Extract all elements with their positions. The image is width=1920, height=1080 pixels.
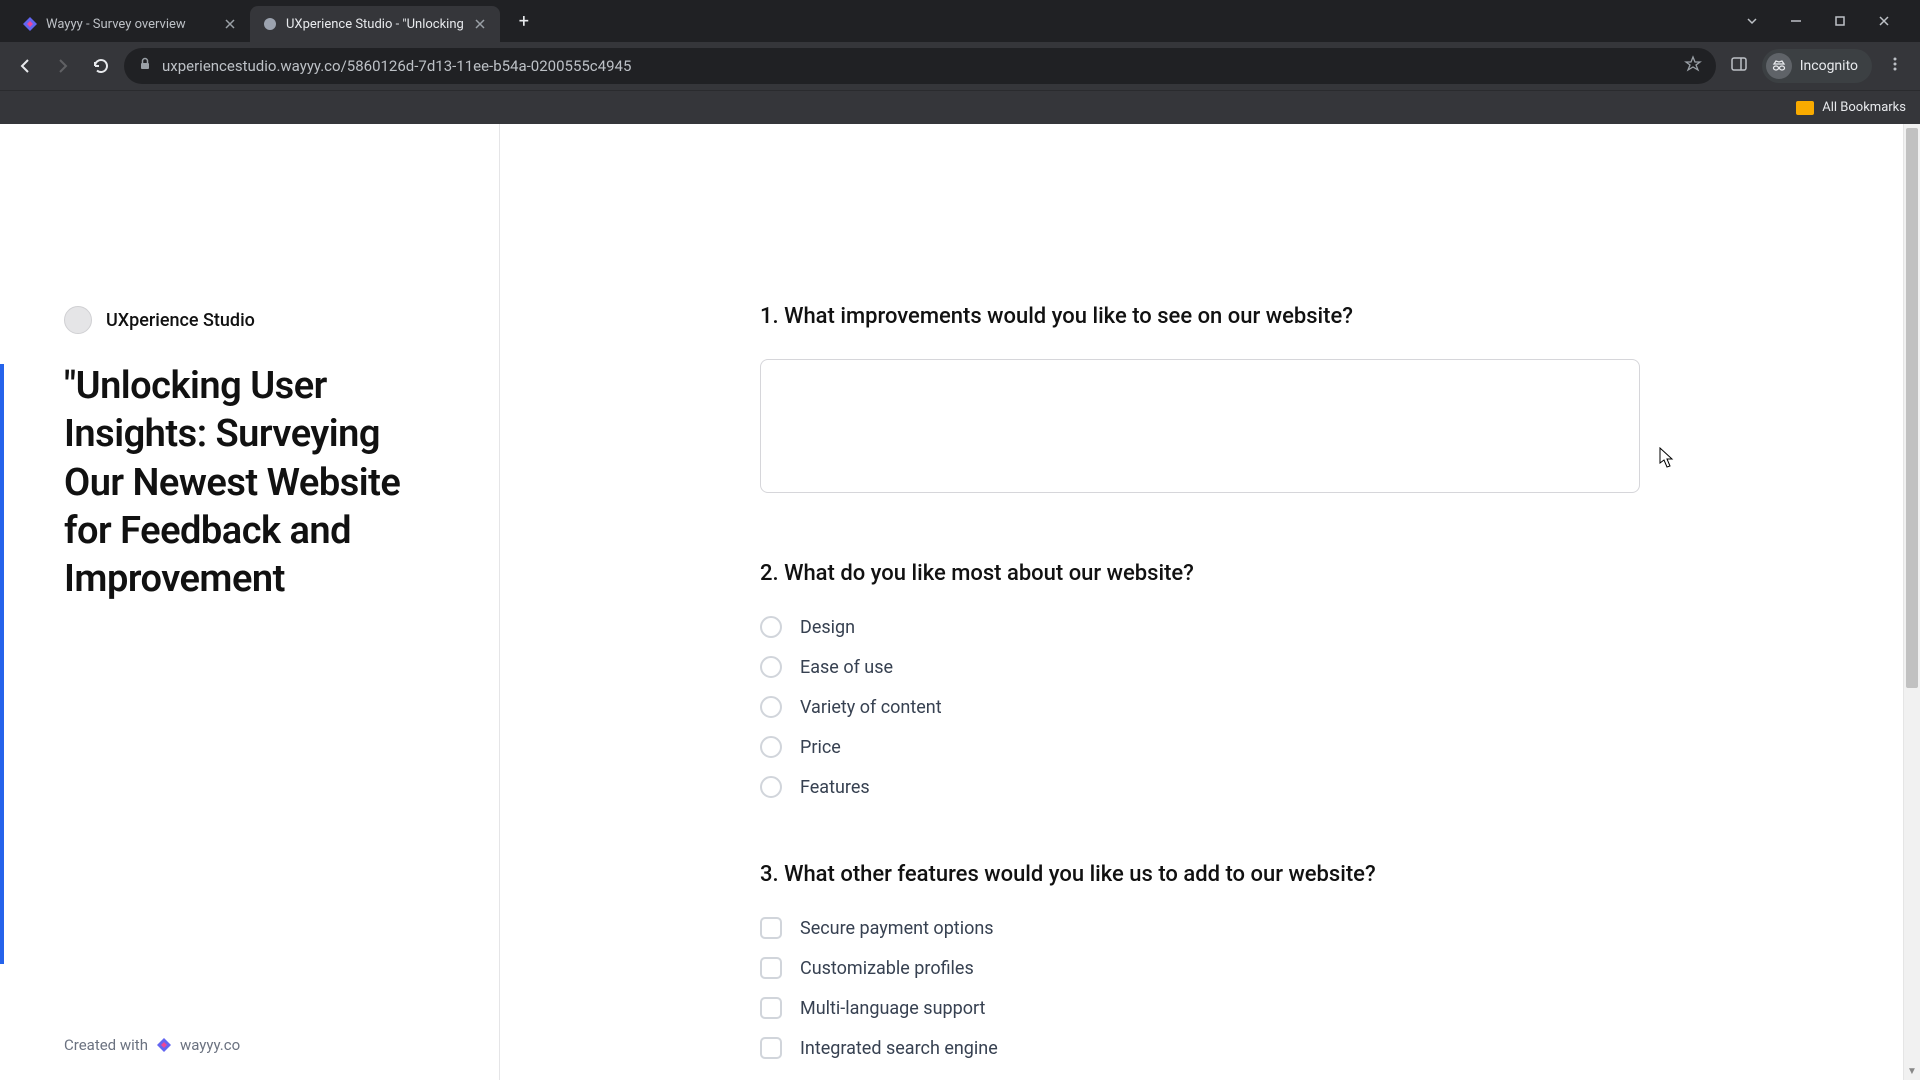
tab-favicon-icon bbox=[22, 16, 38, 32]
org-name: UXperience Studio bbox=[106, 310, 255, 331]
question-2-label: 2. What do you like most about our websi… bbox=[760, 561, 1800, 586]
radio-icon bbox=[760, 736, 782, 758]
tab-favicon-icon bbox=[262, 16, 278, 32]
wayyy-link-label: wayyy.co bbox=[180, 1036, 240, 1054]
option-label: Multi-language support bbox=[800, 998, 985, 1019]
toolbar-right: Incognito bbox=[1724, 49, 1910, 83]
folder-icon bbox=[1796, 101, 1814, 115]
question-3-label: 3. What other features would you like us… bbox=[760, 862, 1800, 887]
option-features[interactable]: Features bbox=[760, 776, 1800, 798]
forward-button[interactable] bbox=[48, 51, 78, 81]
option-ease-of-use[interactable]: Ease of use bbox=[760, 656, 1800, 678]
tab-title: Wayyy - Survey overview bbox=[46, 17, 214, 32]
question-1-label: 1. What improvements would you like to s… bbox=[760, 304, 1800, 329]
radio-icon bbox=[760, 616, 782, 638]
option-label: Features bbox=[800, 777, 870, 798]
tab-close-icon[interactable] bbox=[472, 16, 488, 32]
scrollbar-thumb[interactable] bbox=[1906, 128, 1918, 688]
maximize-icon[interactable] bbox=[1828, 9, 1852, 33]
option-integrated-search[interactable]: Integrated search engine bbox=[760, 1037, 1800, 1059]
checkbox-icon bbox=[760, 997, 782, 1019]
option-label: Design bbox=[800, 617, 855, 638]
sidebar: UXperience Studio "Unlocking User Insigh… bbox=[0, 124, 500, 1080]
option-variety-of-content[interactable]: Variety of content bbox=[760, 696, 1800, 718]
all-bookmarks-label: All Bookmarks bbox=[1822, 100, 1906, 115]
option-price[interactable]: Price bbox=[760, 736, 1800, 758]
org-logo-icon bbox=[64, 306, 92, 334]
tab-bar: Wayyy - Survey overview UXperience Studi… bbox=[0, 0, 1920, 42]
checkbox-icon bbox=[760, 1037, 782, 1059]
side-panel-icon[interactable] bbox=[1730, 55, 1748, 77]
option-label: Secure payment options bbox=[800, 918, 994, 939]
question-3-options: Secure payment options Customizable prof… bbox=[760, 917, 1800, 1059]
window-controls bbox=[1740, 9, 1910, 33]
question-3: 3. What other features would you like us… bbox=[760, 862, 1800, 1059]
question-2-options: Design Ease of use Variety of content Pr… bbox=[760, 616, 1800, 798]
question-1: 1. What improvements would you like to s… bbox=[760, 304, 1800, 497]
sidebar-accent bbox=[0, 364, 4, 964]
incognito-icon bbox=[1766, 53, 1792, 79]
option-design[interactable]: Design bbox=[760, 616, 1800, 638]
toolbar: uxperiencestudio.wayyy.co/5860126d-7d13-… bbox=[0, 42, 1920, 90]
tab-close-icon[interactable] bbox=[222, 16, 238, 32]
tab-uxperience-studio[interactable]: UXperience Studio - "Unlocking bbox=[250, 6, 500, 42]
created-with[interactable]: Created with wayyy.co bbox=[64, 1036, 240, 1054]
option-label: Customizable profiles bbox=[800, 958, 974, 979]
incognito-badge[interactable]: Incognito bbox=[1762, 49, 1872, 83]
checkbox-icon bbox=[760, 957, 782, 979]
radio-icon bbox=[760, 696, 782, 718]
page-content: UXperience Studio "Unlocking User Insigh… bbox=[0, 124, 1920, 1080]
question-1-textarea[interactable] bbox=[760, 359, 1640, 493]
option-label: Integrated search engine bbox=[800, 1038, 998, 1059]
lock-icon bbox=[138, 57, 152, 75]
back-button[interactable] bbox=[10, 51, 40, 81]
bookmarks-bar: All Bookmarks bbox=[0, 90, 1920, 124]
tab-wayyy-overview[interactable]: Wayyy - Survey overview bbox=[10, 6, 250, 42]
survey-title: "Unlocking User Insights: Surveying Our … bbox=[64, 362, 435, 603]
option-label: Price bbox=[800, 737, 841, 758]
menu-icon[interactable] bbox=[1886, 55, 1904, 77]
radio-icon bbox=[760, 656, 782, 678]
scrollbar-vertical[interactable]: ▲ ▼ bbox=[1903, 124, 1920, 1080]
tab-title: UXperience Studio - "Unlocking bbox=[286, 17, 464, 32]
option-secure-payment[interactable]: Secure payment options bbox=[760, 917, 1800, 939]
new-tab-button[interactable]: + bbox=[510, 7, 538, 35]
question-2: 2. What do you like most about our websi… bbox=[760, 561, 1800, 798]
browser-chrome: Wayyy - Survey overview UXperience Studi… bbox=[0, 0, 1920, 124]
survey-content: 1. What improvements would you like to s… bbox=[500, 124, 1920, 1080]
created-with-label: Created with bbox=[64, 1036, 148, 1054]
url-text: uxperiencestudio.wayyy.co/5860126d-7d13-… bbox=[162, 57, 1674, 75]
org-row: UXperience Studio bbox=[64, 306, 435, 334]
incognito-label: Incognito bbox=[1800, 58, 1858, 74]
minimize-icon[interactable] bbox=[1784, 9, 1808, 33]
checkbox-icon bbox=[760, 917, 782, 939]
close-icon[interactable] bbox=[1872, 9, 1896, 33]
address-bar[interactable]: uxperiencestudio.wayyy.co/5860126d-7d13-… bbox=[124, 48, 1716, 84]
option-customizable-profiles[interactable]: Customizable profiles bbox=[760, 957, 1800, 979]
reload-button[interactable] bbox=[86, 51, 116, 81]
radio-icon bbox=[760, 776, 782, 798]
option-multi-language[interactable]: Multi-language support bbox=[760, 997, 1800, 1019]
scrollbar-arrow-down-icon[interactable]: ▼ bbox=[1904, 1063, 1920, 1080]
option-label: Variety of content bbox=[800, 697, 942, 718]
chevron-down-icon[interactable] bbox=[1740, 9, 1764, 33]
option-label: Ease of use bbox=[800, 657, 893, 678]
star-icon[interactable] bbox=[1684, 55, 1702, 77]
all-bookmarks-button[interactable]: All Bookmarks bbox=[1796, 100, 1906, 115]
wayyy-logo-icon bbox=[156, 1037, 172, 1053]
